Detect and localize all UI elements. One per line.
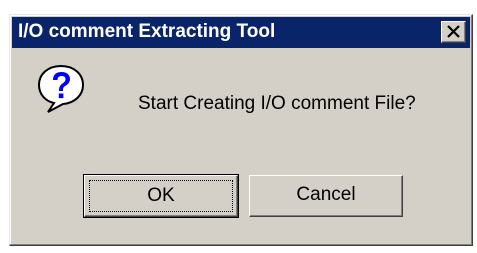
close-icon bbox=[447, 25, 460, 38]
close-button[interactable] bbox=[441, 21, 466, 43]
cancel-button-label: Cancel bbox=[296, 184, 356, 205]
cancel-button[interactable]: Cancel bbox=[249, 175, 403, 217]
window-title: I/O comment Extracting Tool bbox=[18, 21, 276, 42]
title-bar[interactable]: I/O comment Extracting Tool bbox=[12, 17, 470, 48]
ok-button[interactable]: OK bbox=[83, 174, 239, 218]
question-icon bbox=[37, 64, 85, 113]
ok-button-label: OK bbox=[147, 185, 175, 206]
dialog-message: Start Creating I/O comment File? bbox=[138, 93, 416, 114]
ok-focus-rect: OK bbox=[89, 180, 233, 212]
message-dialog: I/O comment Extracting Tool Start Creati… bbox=[9, 14, 473, 246]
